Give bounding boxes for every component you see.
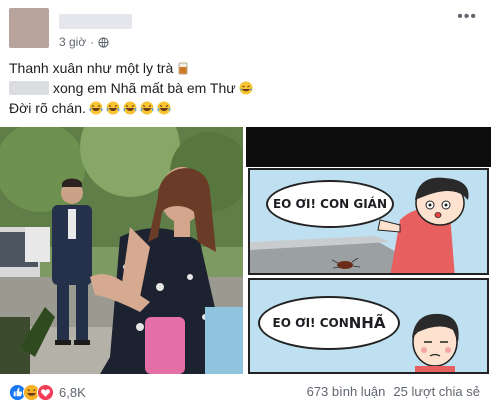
photo-street-scene[interactable] xyxy=(0,127,243,374)
photo-comic[interactable]: EO ƠI! CON GIÁN EO ƠI! CON NHÃ xyxy=(246,127,491,374)
laugh-emoji-icon xyxy=(140,101,154,115)
photo-grid: EO ƠI! CON GIÁN EO ƠI! CON NHÃ xyxy=(0,127,491,374)
reaction-icons xyxy=(9,384,54,401)
laugh-emoji-icon xyxy=(123,101,137,115)
comic-top-bar xyxy=(246,127,491,167)
laugh-emoji-icon xyxy=(89,101,103,115)
street-scene-illustration xyxy=(0,127,243,374)
laugh-emoji-row xyxy=(86,101,171,115)
post-text: Thanh xuân như một ly trà xong em Nhã mấ… xyxy=(9,58,479,118)
rofl-emoji-icon xyxy=(239,81,253,95)
laugh-emoji-icon xyxy=(157,101,171,115)
comic-panel-1: EO ƠI! CON GIÁN xyxy=(248,168,489,275)
post-meta: 3 giờ · xyxy=(59,35,109,49)
tagged-name[interactable] xyxy=(9,81,49,95)
speech-text-2b: NHÃ xyxy=(348,314,386,332)
tea-icon xyxy=(178,62,188,75)
globe-icon xyxy=(98,36,109,48)
post-line-2: xong em Nhã mất bà em Thư xyxy=(53,80,236,96)
post-line-3: Đời rõ chán. xyxy=(9,100,86,116)
post-stats: 673 bình luận 25 lượt chia sẻ xyxy=(307,384,480,399)
post-line-1: Thanh xuân như một ly trà xyxy=(9,60,174,76)
comic-panel-2: EO ƠI! CON NHÃ xyxy=(248,278,489,374)
love-icon xyxy=(37,384,54,401)
author-name[interactable] xyxy=(59,14,132,29)
reaction-count[interactable]: 6,8K xyxy=(59,385,86,400)
post-time[interactable]: 3 giờ xyxy=(59,35,86,49)
laugh-emoji-icon xyxy=(106,101,120,115)
comment-count[interactable]: 673 bình luận xyxy=(307,384,386,399)
speech-text-1: EO ƠI! CON GIÁN xyxy=(272,197,388,211)
speech-bubble-2: EO ƠI! CON NHÃ xyxy=(258,296,400,350)
reactions-summary[interactable]: 6,8K xyxy=(9,384,86,401)
speech-text-2a: EO ƠI! CON xyxy=(272,316,349,330)
more-icon[interactable]: ••• xyxy=(457,8,477,26)
avatar[interactable] xyxy=(9,8,49,48)
share-count[interactable]: 25 lượt chia sẻ xyxy=(393,384,480,399)
speech-bubble-1: EO ƠI! CON GIÁN xyxy=(266,180,394,228)
meta-separator: · xyxy=(90,35,95,49)
post-header: 3 giờ · ••• xyxy=(9,8,479,52)
